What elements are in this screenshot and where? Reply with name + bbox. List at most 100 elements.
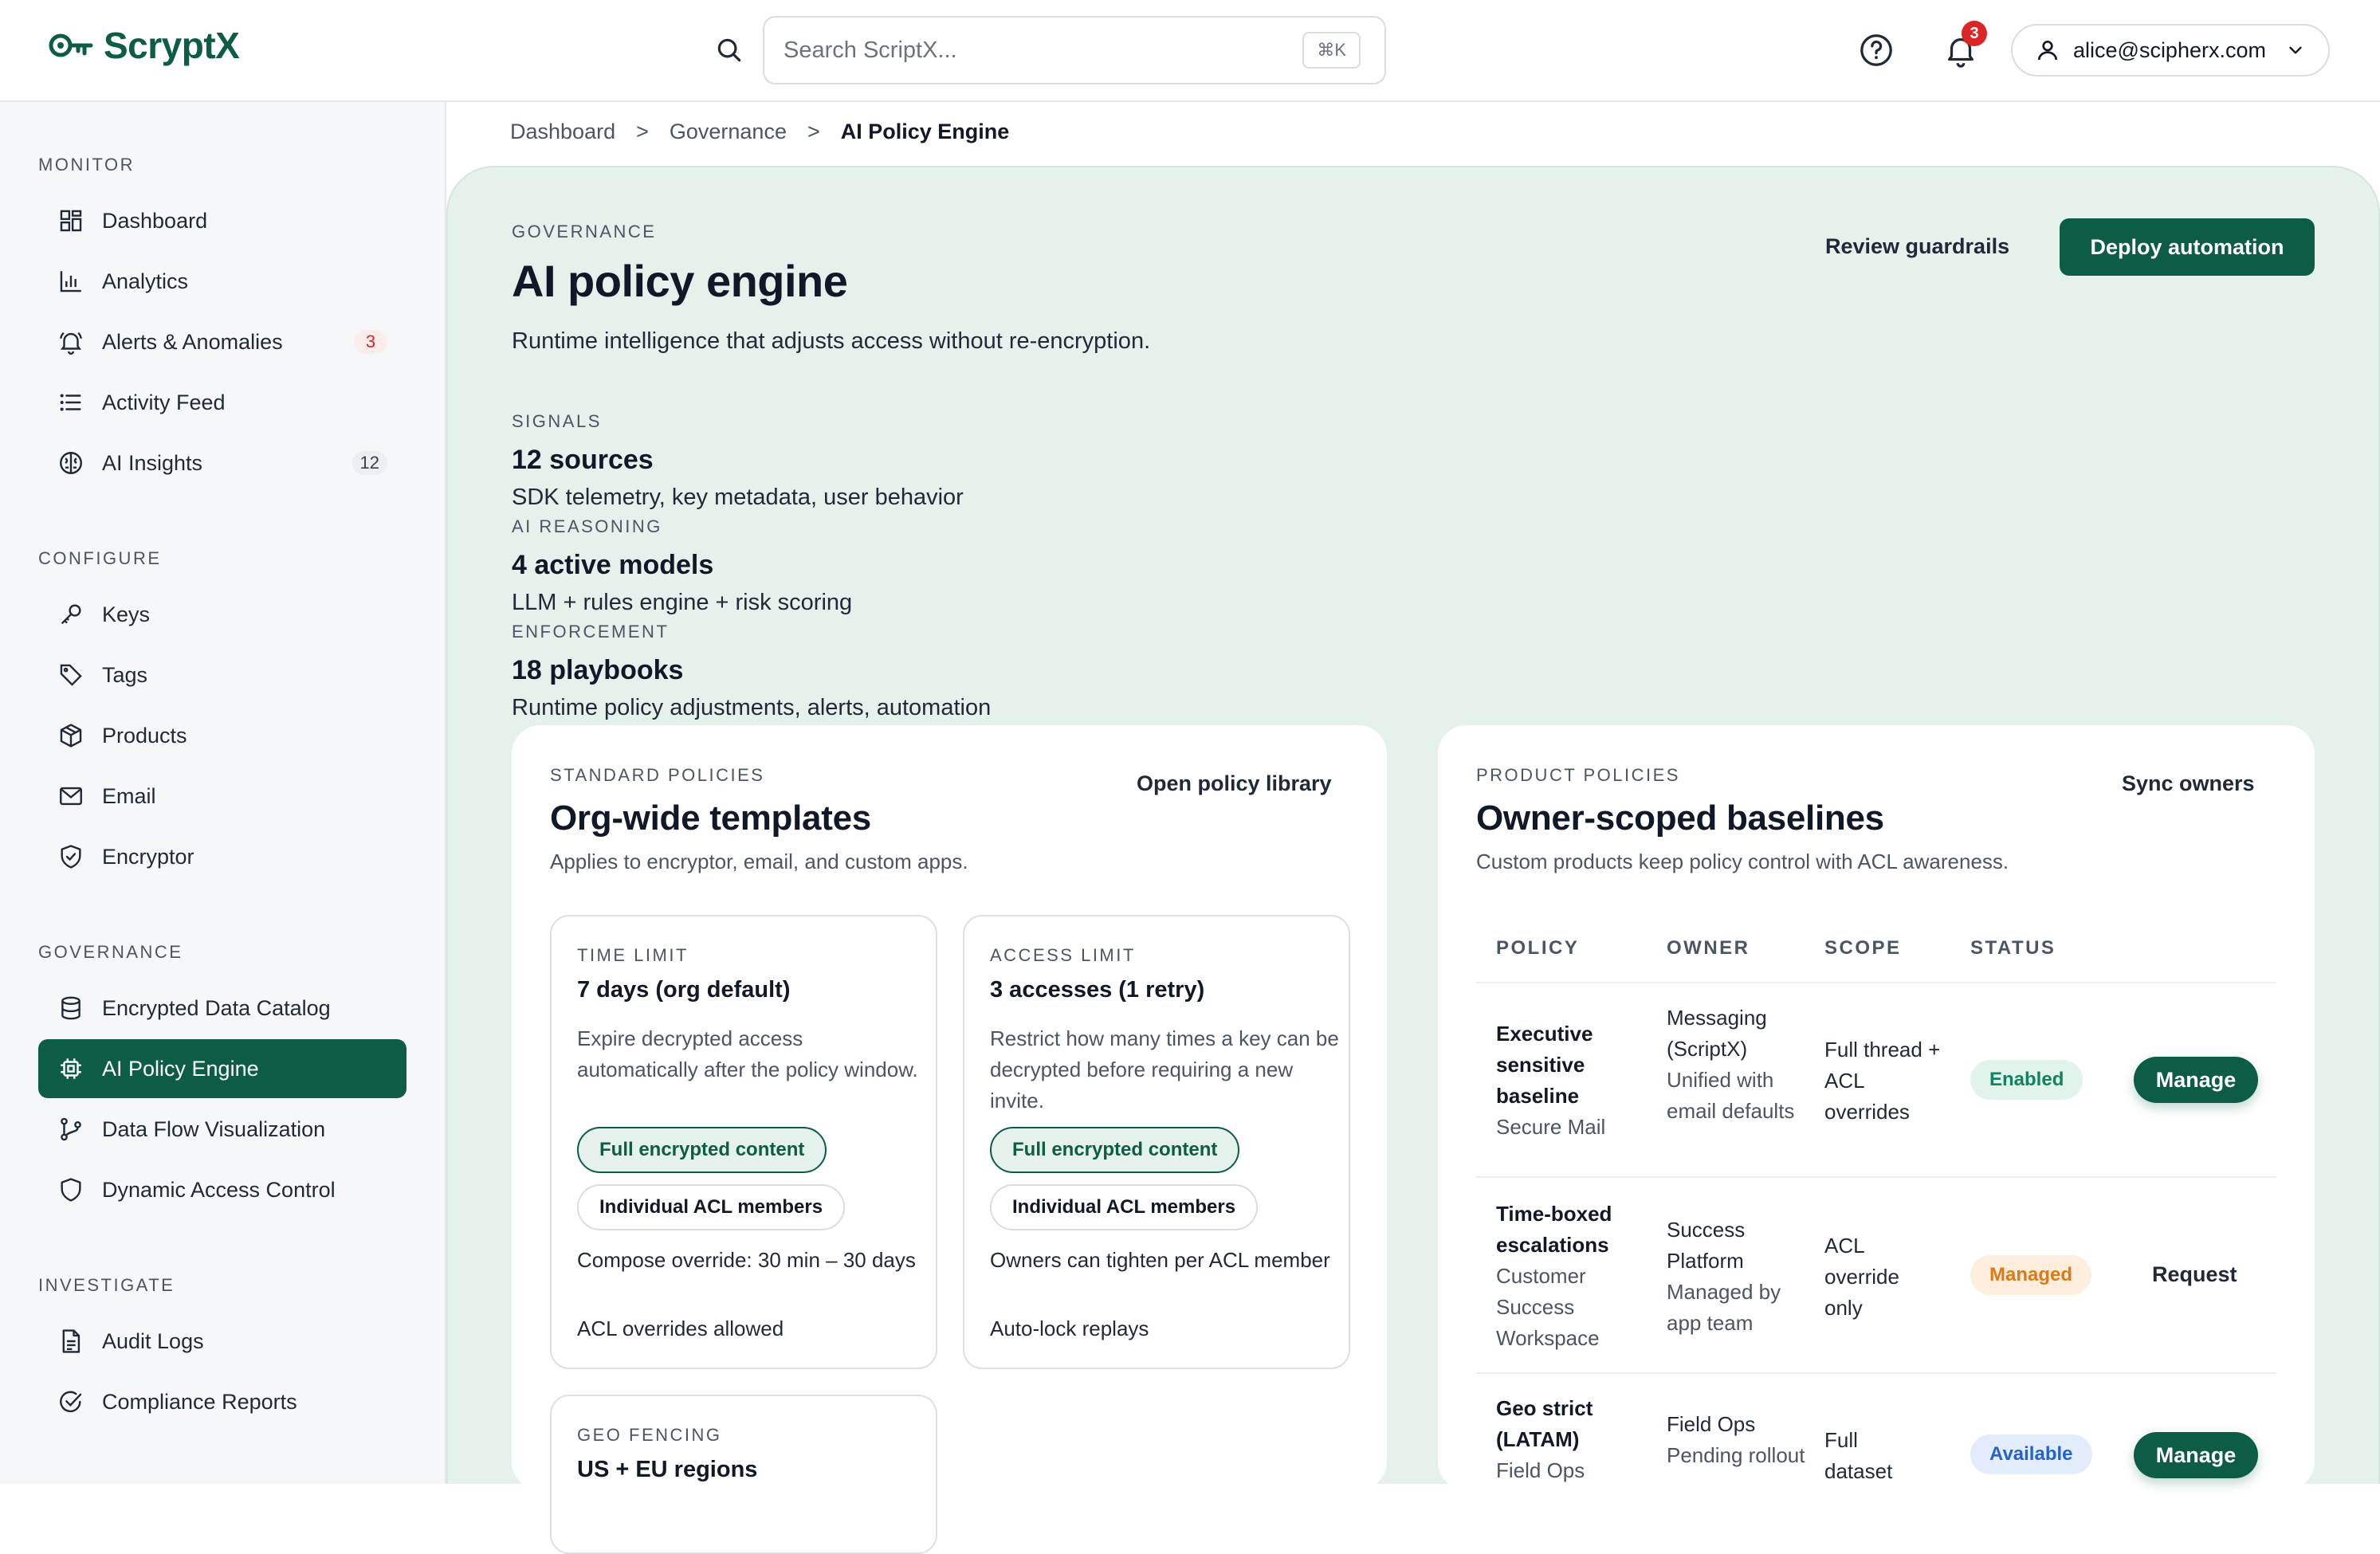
breadcrumb-separator: >: [807, 120, 820, 143]
request-button[interactable]: Request: [2152, 1262, 2237, 1287]
full-encrypted-content-chip[interactable]: Full encrypted content: [577, 1127, 827, 1173]
sidebar-item-ai-policy-engine[interactable]: AI Policy Engine: [38, 1039, 406, 1098]
app-name: ScryptX: [104, 25, 240, 66]
sidebar-item-email[interactable]: Email: [38, 767, 406, 826]
logo[interactable]: ScryptX: [48, 24, 240, 67]
user-menu[interactable]: alice@scipherx.com: [2011, 24, 2330, 77]
owner-cell: Field Ops Pending rollout: [1667, 1409, 1810, 1471]
sidebar-item-encryptor[interactable]: Encryptor: [38, 827, 406, 886]
sidebar-item-label: Encryptor: [102, 844, 194, 869]
user-email: alice@scipherx.com: [2073, 37, 2266, 62]
tile-note: ACL overrides allowed: [577, 1317, 784, 1340]
key-icon: [57, 601, 84, 628]
review-guardrails-button[interactable]: Review guardrails: [1825, 228, 2009, 265]
sidebar-section-title: INVESTIGATE: [38, 1275, 175, 1295]
sidebar-item-label: Alerts & Anomalies: [102, 329, 283, 354]
individual-acl-members-chip[interactable]: Individual ACL members: [990, 1184, 1259, 1230]
open-policy-library-link[interactable]: Open policy library: [1137, 771, 1332, 796]
column-header-owner: OWNER: [1667, 937, 1750, 959]
sidebar-section-title: GOVERNANCE: [38, 942, 183, 962]
tile-eyebrow: TIME LIMIT: [577, 945, 689, 965]
sidebar-item-activity-feed[interactable]: Activity Feed: [38, 373, 406, 432]
policy-cell: Geo strict (LATAM) Field Ops: [1496, 1393, 1640, 1486]
sidebar-item-keys[interactable]: Keys: [38, 585, 406, 644]
product-policies-description: Custom products keep policy control with…: [1476, 850, 2009, 873]
package-icon: [57, 722, 84, 749]
sidebar-item-dashboard[interactable]: Dashboard: [38, 191, 406, 250]
enforcement-label: ENFORCEMENT: [512, 622, 670, 642]
tile-title: 7 days (org default): [577, 977, 791, 1003]
breadcrumb-dashboard[interactable]: Dashboard: [510, 120, 615, 144]
search-icon[interactable]: [714, 35, 744, 65]
manage-button[interactable]: Manage: [2134, 1432, 2258, 1478]
cpu-icon: [57, 1055, 84, 1082]
search-shortcut: ⌘K: [1302, 32, 1361, 69]
individual-acl-members-chip[interactable]: Individual ACL members: [577, 1184, 846, 1230]
sidebar-item-label: Keys: [102, 602, 151, 626]
policy-cell: Executive sensitive baseline Secure Mail: [1496, 1018, 1640, 1143]
bar-chart-icon: [57, 268, 84, 295]
notifications-count-badge: 3: [1962, 21, 1987, 46]
sidebar-item-label: Products: [102, 723, 187, 748]
standard-policies-card: STANDARD POLICIES Org-wide templates App…: [512, 725, 1387, 1554]
breadcrumb: Dashboard > Governance > AI Policy Engin…: [510, 120, 1009, 144]
sidebar-item-label: Tags: [102, 662, 148, 687]
tile-note: Owners can tighten per ACL member: [990, 1248, 1330, 1272]
owner-name: Success Platform: [1667, 1218, 1746, 1273]
tile-description: Restrict how many times a key can be dec…: [990, 1026, 1339, 1113]
sidebar-item-tags[interactable]: Tags: [38, 646, 406, 704]
breadcrumb-separator: >: [636, 120, 649, 143]
standard-policies-eyebrow: STANDARD POLICIES: [550, 765, 765, 785]
search-box: ⌘K: [763, 16, 1386, 84]
sidebar-item-compliance-reports[interactable]: Compliance Reports: [38, 1372, 406, 1431]
deploy-automation-button[interactable]: Deploy automation: [2060, 218, 2315, 276]
sidebar-item-encrypted-data-catalog[interactable]: Encrypted Data Catalog: [38, 979, 406, 1038]
sidebar-item-data-flow-visualization[interactable]: Data Flow Visualization: [38, 1100, 406, 1159]
geo-fencing-tile: GEO FENCING US + EU regions: [550, 1395, 937, 1554]
sidebar-item-label: Data Flow Visualization: [102, 1116, 326, 1141]
sync-owners-link[interactable]: Sync owners: [2122, 771, 2255, 796]
sidebar-item-label: AI Insights: [102, 450, 203, 475]
sidebar-item-label: Audit Logs: [102, 1328, 204, 1353]
help-icon[interactable]: [1858, 32, 1895, 69]
scope-cell: Full dataset: [1824, 1428, 1893, 1483]
mail-icon: [57, 783, 84, 810]
scope-cell: Full thread + ACL overrides: [1824, 1038, 1941, 1124]
tile-eyebrow: ACCESS LIMIT: [990, 945, 1136, 965]
sidebar-item-audit-logs[interactable]: Audit Logs: [38, 1312, 406, 1371]
sidebar-item-analytics[interactable]: Analytics: [38, 252, 406, 311]
status-badge: Available: [1970, 1434, 2092, 1474]
full-encrypted-content-chip[interactable]: Full encrypted content: [990, 1127, 1240, 1173]
owner-name: Field Ops: [1667, 1412, 1756, 1436]
tile-note: Auto-lock replays: [990, 1317, 1149, 1340]
owner-note: Unified with email defaults: [1667, 1068, 1795, 1123]
manage-button[interactable]: Manage: [2134, 1057, 2258, 1103]
column-header-status: STATUS: [1970, 937, 2056, 959]
access-limit-tile: ACCESS LIMIT 3 accesses (1 retry) Restri…: [963, 915, 1350, 1369]
user-icon: [2035, 37, 2060, 63]
sidebar-section-title: MONITOR: [38, 155, 135, 175]
sidebar-item-dynamic-access-control[interactable]: Dynamic Access Control: [38, 1160, 406, 1219]
list-icon: [57, 389, 84, 416]
sidebar-item-products[interactable]: Products: [38, 706, 406, 765]
top-bar: ScryptX ⌘K 3 alice@scipherx.com: [0, 0, 2380, 102]
tag-icon: [57, 661, 84, 689]
status-badge: Enabled: [1970, 1060, 2083, 1100]
policy-product: Field Ops: [1496, 1458, 1585, 1482]
ai-reasoning-description: LLM + rules engine + risk scoring: [512, 590, 853, 615]
sidebar-item-label: Activity Feed: [102, 390, 226, 414]
shield-icon: [57, 1176, 84, 1203]
document-icon: [57, 1328, 84, 1355]
sidebar-item-label: AI Policy Engine: [102, 1056, 259, 1081]
owner-cell: Success Platform Managed by app team: [1667, 1215, 1810, 1339]
sidebar-item-ai-insights[interactable]: AI Insights 12: [38, 434, 406, 492]
sidebar-item-alerts[interactable]: Alerts & Anomalies 3: [38, 312, 406, 371]
page-eyebrow: GOVERNANCE: [512, 222, 657, 241]
check-circle-icon: [57, 1388, 84, 1415]
breadcrumb-governance[interactable]: Governance: [670, 120, 787, 144]
tile-eyebrow: GEO FENCING: [577, 1425, 722, 1445]
sidebar-item-label: Encrypted Data Catalog: [102, 995, 331, 1020]
tile-title: 3 accesses (1 retry): [990, 977, 1205, 1003]
search-input[interactable]: [784, 18, 1262, 83]
sidebar: MONITOR Dashboard Analytics Alerts & Ano…: [0, 102, 446, 1484]
